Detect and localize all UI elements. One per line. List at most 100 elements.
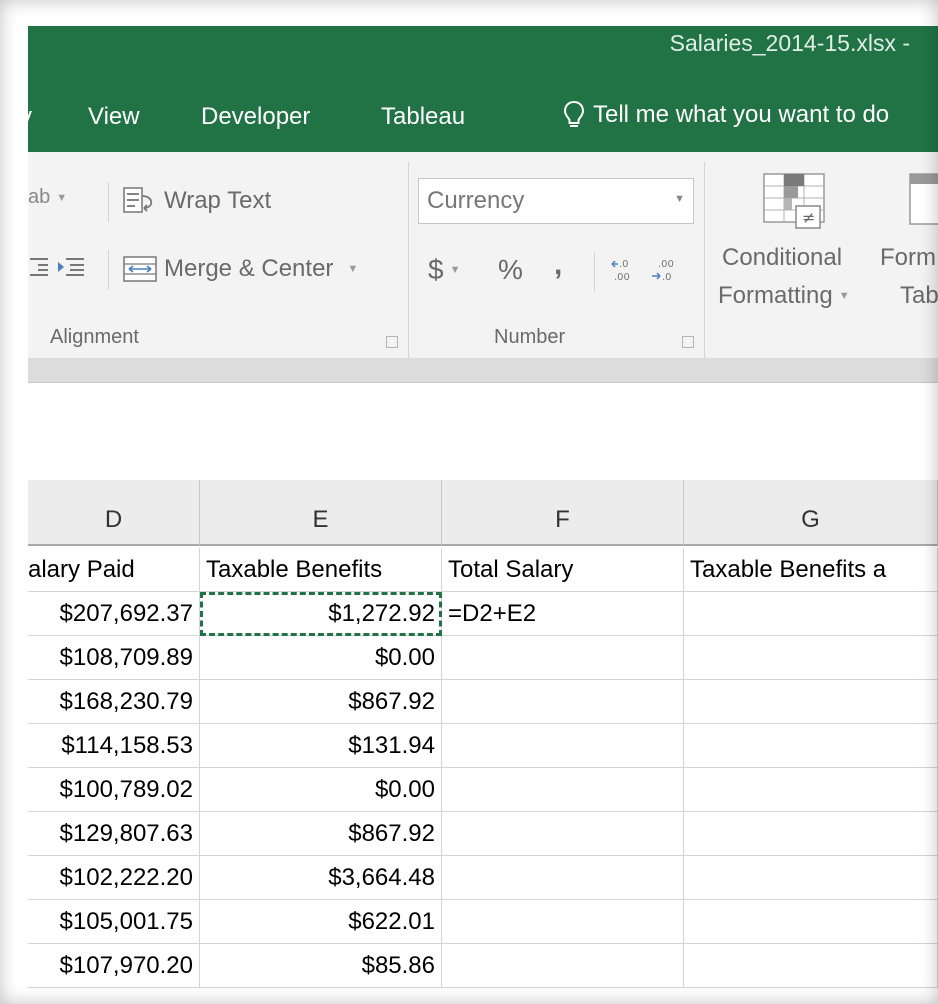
- total-cell[interactable]: [442, 680, 684, 724]
- conditional-formatting-icon: ≠: [763, 173, 825, 229]
- salary-cell[interactable]: $129,807.63: [28, 812, 200, 856]
- title-tab-bar: Salaries_2014-15.xlsx - y View Developer…: [20, 26, 938, 152]
- percent-style-button[interactable]: %: [498, 254, 523, 286]
- number-format-select[interactable]: Currency ▼: [418, 178, 694, 224]
- total-cell[interactable]: [442, 944, 684, 988]
- benefits-cell[interactable]: $85.86: [200, 944, 442, 988]
- tab-tableau[interactable]: Tableau: [381, 103, 465, 131]
- header-cell-benefits[interactable]: Taxable Benefits: [200, 548, 442, 592]
- wrap-text-button[interactable]: Wrap Text: [122, 186, 271, 216]
- merge-center-button[interactable]: Merge & Center ▼: [122, 254, 358, 284]
- format-table-label1: Form: [880, 244, 936, 271]
- g-cell[interactable]: [684, 944, 938, 988]
- orientation-button[interactable]: ab ▼: [28, 186, 67, 209]
- dollar-icon: $: [428, 254, 444, 285]
- orientation-icon: ab: [28, 186, 51, 208]
- salary-cell[interactable]: $107,970.20: [28, 944, 200, 988]
- format-table-label2: Tab: [900, 282, 938, 309]
- chevron-down-icon: ▼: [674, 193, 685, 205]
- benefits-cell[interactable]: $131.94: [200, 724, 442, 768]
- format-as-table-button[interactable]: [908, 172, 938, 237]
- header-cell-salary[interactable]: alary Paid: [28, 548, 200, 592]
- column-header-f[interactable]: F: [442, 480, 684, 546]
- conditional-formatting-text: Formatting: [718, 282, 833, 309]
- indent-buttons: [28, 256, 86, 278]
- tell-me-box[interactable]: Tell me what you want to do: [563, 100, 889, 130]
- benefits-cell[interactable]: $0.00: [200, 768, 442, 812]
- benefits-cell[interactable]: $3,664.48: [200, 856, 442, 900]
- salary-cell[interactable]: $100,789.02: [28, 768, 200, 812]
- salary-cell[interactable]: $207,692.37: [28, 592, 200, 636]
- g-cell[interactable]: [684, 768, 938, 812]
- chevron-down-icon: ▼: [56, 191, 68, 204]
- header-cell-total[interactable]: Total Salary: [442, 548, 684, 592]
- svg-text:.0: .0: [662, 272, 672, 283]
- wrap-text-icon: [123, 187, 153, 213]
- wrap-text-label: Wrap Text: [164, 187, 272, 214]
- ribbon: ab ▼ Wrap Text Merge & Center ▼ Alignmen…: [28, 152, 938, 358]
- number-launcher-icon[interactable]: [682, 336, 694, 348]
- salary-cell[interactable]: $108,709.89: [28, 636, 200, 680]
- benefits-cell[interactable]: $0.00: [200, 636, 442, 680]
- conditional-formatting-button[interactable]: ≠: [762, 172, 828, 237]
- benefits-cell[interactable]: $867.92: [200, 680, 442, 724]
- number-group-label: Number: [494, 326, 566, 348]
- g-cell[interactable]: [684, 592, 938, 636]
- svg-text:.00: .00: [658, 259, 674, 270]
- comma-style-button[interactable]: ,: [554, 248, 562, 282]
- g-cell[interactable]: [684, 680, 938, 724]
- salary-cell[interactable]: $168,230.79: [28, 680, 200, 724]
- increase-indent-icon[interactable]: [56, 256, 86, 278]
- conditional-formatting-label1: Conditional: [722, 244, 843, 271]
- column-header-e[interactable]: E: [200, 480, 442, 546]
- format-as-table-icon: [909, 173, 938, 225]
- tab-partial[interactable]: y: [20, 103, 32, 131]
- merge-center-icon: [123, 256, 157, 282]
- total-cell[interactable]: [442, 636, 684, 680]
- accounting-format-button[interactable]: $ ▼: [428, 254, 460, 286]
- merge-center-label: Merge & Center: [164, 255, 334, 282]
- lightbulb-icon: [563, 100, 585, 127]
- column-header-d[interactable]: D: [28, 480, 200, 546]
- chevron-down-icon: ▼: [838, 290, 850, 302]
- g-cell[interactable]: [684, 812, 938, 856]
- total-cell[interactable]: =D2+E2: [442, 592, 684, 636]
- alignment-group-label: Alignment: [50, 326, 139, 348]
- total-cell[interactable]: [442, 812, 684, 856]
- total-cell[interactable]: [442, 900, 684, 944]
- decrease-indent-icon[interactable]: [28, 256, 50, 278]
- salary-cell[interactable]: $114,158.53: [28, 724, 200, 768]
- total-cell[interactable]: [442, 856, 684, 900]
- comma-icon: ,: [554, 248, 563, 281]
- number-format-value: Currency: [427, 187, 525, 214]
- tab-developer[interactable]: Developer: [201, 103, 310, 131]
- g-cell[interactable]: [684, 856, 938, 900]
- salary-cell[interactable]: $102,222.20: [28, 856, 200, 900]
- chevron-down-icon: ▼: [347, 263, 359, 275]
- column-header-g[interactable]: G: [684, 480, 938, 546]
- total-cell[interactable]: [442, 724, 684, 768]
- benefits-cell[interactable]: $622.01: [200, 900, 442, 944]
- g-cell[interactable]: [684, 724, 938, 768]
- decrease-decimal-icon: .00 .0: [652, 259, 674, 283]
- alignment-launcher-icon[interactable]: [386, 336, 398, 348]
- formula-bar-strip: [28, 358, 938, 383]
- window-title: Salaries_2014-15.xlsx -: [669, 30, 910, 56]
- total-cell[interactable]: [442, 768, 684, 812]
- decrease-decimal-button[interactable]: .00 .0: [650, 256, 680, 284]
- conditional-formatting-label2: Formatting ▼: [718, 282, 850, 310]
- g-cell[interactable]: [684, 636, 938, 680]
- copy-selection-marquee: [200, 592, 442, 636]
- svg-text:.0: .0: [619, 259, 629, 270]
- increase-decimal-icon: .0 .00: [611, 259, 630, 283]
- tab-view[interactable]: View: [88, 103, 140, 131]
- header-cell-g[interactable]: Taxable Benefits a: [684, 548, 938, 592]
- svg-text:≠: ≠: [802, 208, 815, 227]
- svg-text:.00: .00: [614, 272, 630, 283]
- benefits-cell[interactable]: $867.92: [200, 812, 442, 856]
- tell-me-label: Tell me what you want to do: [593, 101, 890, 128]
- salary-cell[interactable]: $105,001.75: [28, 900, 200, 944]
- chevron-down-icon: ▼: [449, 264, 461, 276]
- g-cell[interactable]: [684, 900, 938, 944]
- increase-decimal-button[interactable]: .0 .00: [610, 256, 640, 284]
